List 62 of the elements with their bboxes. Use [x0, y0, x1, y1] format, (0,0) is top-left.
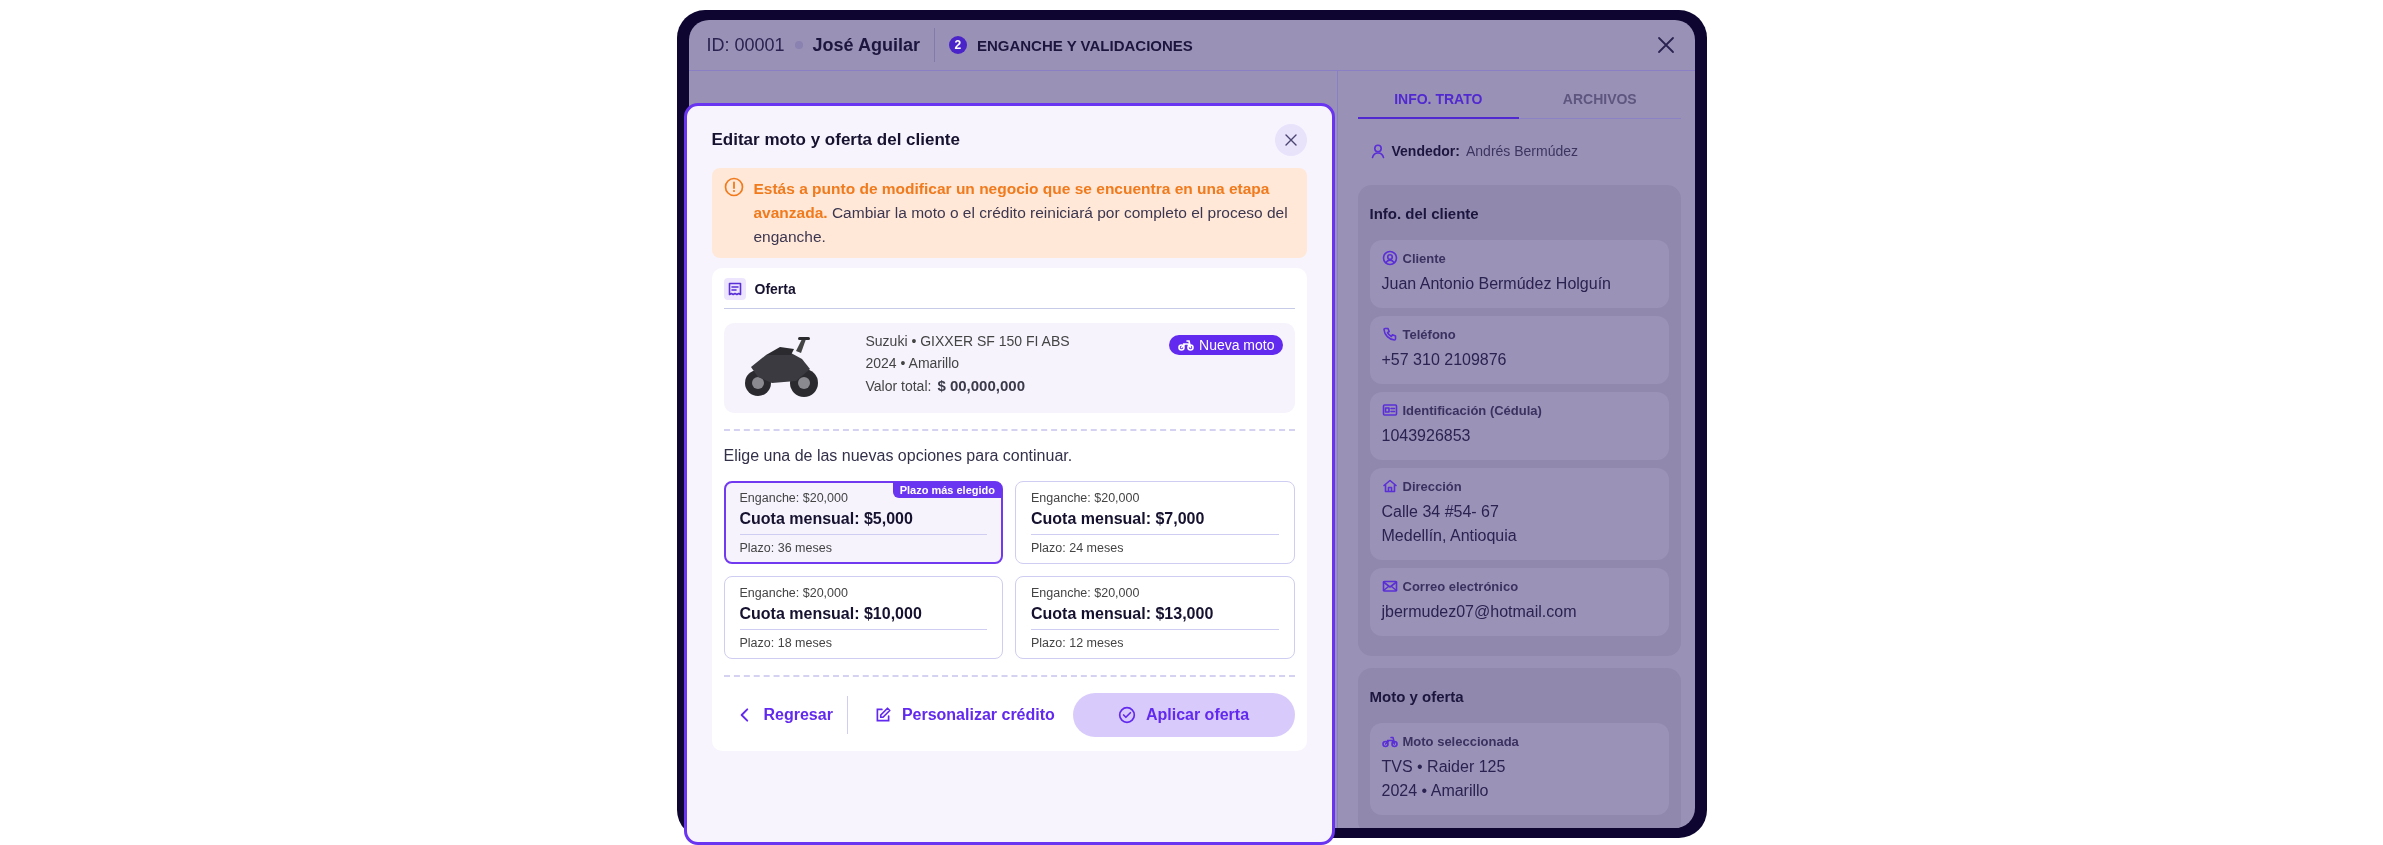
field-label: Cliente	[1402, 250, 1446, 266]
close-icon	[1283, 133, 1298, 147]
field-value: jbermudez07@hotmail.com	[1381, 602, 1578, 622]
field-value: TVS • Raider 125	[1381, 757, 1507, 777]
client-name: José Aguilar	[812, 34, 920, 56]
field-value: Juan Antonio Bermúdez Holguín	[1381, 274, 1612, 294]
down-payment: Enganche: $20,000	[739, 586, 849, 600]
field-label: Identificación (Cédula)	[1402, 402, 1542, 418]
bike-model: Suzuki • GIXXER SF 150 FI ABS	[865, 333, 1070, 349]
field-value: +57 310 2109876	[1381, 350, 1508, 370]
back-button[interactable]: Regresar	[723, 696, 848, 734]
modal-title: Editar moto y oferta del cliente	[711, 130, 960, 150]
instruction-text: Elige una de las nuevas opciones para continuar.	[723, 447, 1074, 465]
term: Plazo: 24 meses	[1031, 541, 1125, 555]
field-value: Medellín, Antioquia	[1381, 526, 1518, 546]
section-title: Oferta	[754, 281, 796, 297]
section-title: Moto y oferta	[1369, 688, 1465, 705]
check-circle-icon	[1117, 706, 1136, 724]
user-circle-icon	[1381, 250, 1398, 266]
monthly-payment: Cuota mensual: $5,000	[739, 505, 987, 535]
phone-icon	[1381, 326, 1398, 342]
monthly-payment: Cuota mensual: $7,000	[1031, 505, 1279, 535]
warning-text: Estás a punto de modificar un negocio que se encuentra en una etapa avanzada. Cambiar la moto o el crédito reiniciará por completo el proceso del enganche.	[753, 179, 1289, 247]
house-icon	[1381, 478, 1398, 494]
term: Plazo: 12 meses	[1031, 636, 1125, 650]
envelope-icon	[1381, 578, 1398, 594]
monthly-payment: Cuota mensual: $13,000	[1031, 600, 1279, 630]
popular-tag: Plazo más elegido	[892, 482, 1002, 498]
term: Plazo: 18 meses	[739, 636, 833, 650]
monthly-payment: Cuota mensual: $10,000	[739, 600, 987, 630]
term: Plazo: 36 meses	[739, 541, 833, 555]
deal-id: ID: 00001	[706, 34, 785, 56]
section-title: Info. del cliente	[1369, 205, 1480, 222]
warning-icon	[723, 177, 744, 197]
step-title: ENGANCHE Y VALIDACIONES	[976, 36, 1193, 54]
field-value: 2024 • Amarillo	[1381, 781, 1490, 801]
plan-option-card[interactable]: Enganche: $20,000 Cuota mensual: $5,000 Plazo: 36 meses Plazo más elegido	[723, 481, 1003, 564]
down-payment: Enganche: $20,000	[1031, 586, 1141, 600]
receipt-icon	[726, 281, 743, 297]
plan-option-card[interactable]: Enganche: $20,000 Cuota mensual: $10,000 Plazo: 18 meses	[723, 576, 1003, 659]
seller-name: Andrés Bermúdez	[1465, 143, 1579, 159]
step-number-badge: 2	[948, 36, 967, 54]
field-value: Calle 34 #54- 67	[1381, 502, 1500, 522]
total-label: Valor total:	[865, 378, 932, 394]
seller-label: Vendedor:	[1391, 143, 1460, 159]
plan-option-card[interactable]: Enganche: $20,000 Cuota mensual: $7,000 Plazo: 24 meses	[1015, 481, 1295, 564]
customize-credit-button[interactable]: Personalizar crédito	[861, 696, 1067, 734]
field-label: Correo electrónico	[1402, 578, 1519, 594]
bike-year-color: 2024 • Amarillo	[865, 355, 961, 371]
total-value: $ 00,000,000	[937, 377, 1025, 394]
down-payment: Enganche: $20,000	[1031, 491, 1141, 505]
field-label: Dirección	[1402, 478, 1462, 494]
id-card-icon	[1381, 402, 1398, 418]
motorcycle-icon	[1177, 338, 1195, 352]
field-label: Teléfono	[1402, 326, 1456, 342]
field-label: Moto seleccionada	[1402, 733, 1519, 749]
user-icon	[1369, 143, 1386, 159]
close-button[interactable]	[1274, 124, 1307, 156]
plan-option-card[interactable]: Enganche: $20,000 Cuota mensual: $13,000 Plazo: 12 meses	[1015, 576, 1295, 659]
field-value: 1043926853	[1381, 426, 1472, 446]
new-bike-badge: Nueva moto	[1169, 335, 1283, 355]
apply-offer-button[interactable]: Aplicar oferta	[1072, 693, 1295, 737]
